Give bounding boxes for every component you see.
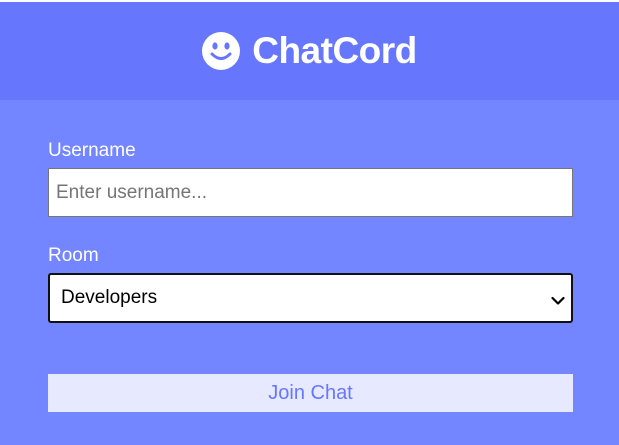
smiley-icon [202,32,241,70]
join-container: ChatCord Username Room Developers Join C… [0,2,619,445]
room-label: Room [48,245,99,266]
room-select[interactable]: Developers [48,273,573,323]
join-chat-button[interactable]: Join Chat [48,374,573,412]
username-input[interactable] [48,168,573,217]
app-title: ChatCord [252,30,417,71]
username-label: Username [48,140,136,161]
join-form: Username Room Developers Join Chat [0,100,619,445]
chevron-down-icon [551,293,565,305]
join-header: ChatCord [0,2,619,100]
room-select-value: Developers [61,287,158,308]
